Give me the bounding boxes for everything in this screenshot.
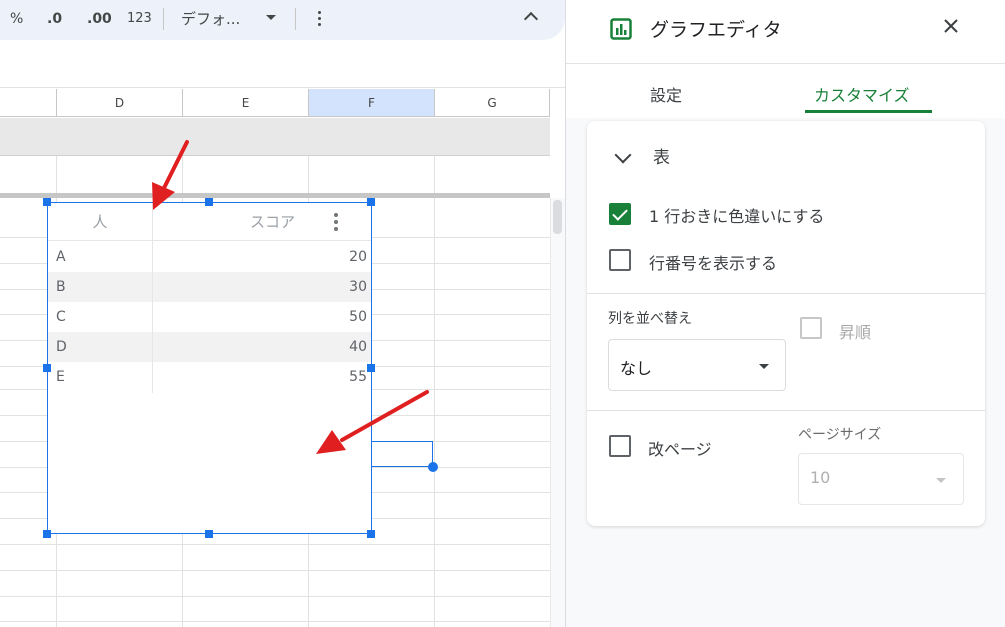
tab-customize[interactable]: カスタマイズ: [814, 82, 910, 106]
table-chart-header: 人 スコア: [48, 203, 371, 241]
dropdown-arrow-icon: [936, 478, 946, 483]
resize-handle[interactable]: [367, 530, 375, 538]
page-size-label: ページサイズ: [798, 427, 882, 443]
collapse-toolbar-icon[interactable]: [523, 11, 539, 27]
table-chart[interactable]: 人 スコア A 20 B 30 C 50 D 40 E 55: [47, 202, 372, 534]
grid-line: [0, 596, 550, 597]
row-name: D: [56, 339, 67, 355]
sort-column-label: 列を並べ替え: [608, 311, 692, 327]
chevron-down-icon[interactable]: [614, 146, 632, 164]
section-title[interactable]: 表: [653, 143, 670, 168]
pagination-checkbox[interactable]: [609, 435, 631, 457]
frozen-row: [0, 118, 550, 156]
sort-column-value: なし: [620, 359, 653, 378]
divider: [587, 410, 985, 411]
ascending-checkbox[interactable]: [800, 317, 822, 339]
font-family-select[interactable]: デフォ...: [181, 8, 240, 30]
dropdown-arrow-icon: [759, 364, 769, 369]
more-options-icon[interactable]: [317, 11, 321, 27]
column-divider: [152, 203, 153, 393]
grid-line: [0, 544, 550, 545]
grid-line: [0, 570, 550, 571]
row-score: 30: [349, 279, 367, 295]
alternating-colors-label[interactable]: 1 行おきに色違いにする: [649, 203, 824, 227]
resize-handle[interactable]: [205, 530, 213, 538]
formula-bar[interactable]: [0, 52, 565, 88]
editor-header: グラフエディタ: [566, 0, 1005, 64]
row-name: A: [56, 249, 66, 265]
number-format-button[interactable]: 123: [127, 8, 152, 30]
annotation-arrow-icon: [152, 140, 189, 210]
resize-handle[interactable]: [367, 364, 375, 372]
table-row: D 40: [48, 332, 371, 362]
chart-icon: [610, 18, 632, 40]
resize-handle[interactable]: [205, 198, 213, 206]
scrollbar-thumb[interactable]: [553, 200, 562, 234]
row-numbers-label[interactable]: 行番号を表示する: [649, 250, 777, 274]
decrease-decimal-button[interactable]: .0: [47, 8, 62, 30]
resize-handle[interactable]: [43, 364, 51, 372]
row-name: B: [56, 279, 66, 295]
ascending-label: 昇順: [839, 323, 872, 342]
font-dropdown-icon: [266, 15, 276, 20]
table-row: A 20: [48, 242, 371, 272]
sort-column-select[interactable]: なし: [608, 339, 786, 391]
resize-handle[interactable]: [43, 530, 51, 538]
close-icon[interactable]: [943, 18, 959, 34]
page-size-select[interactable]: 10: [798, 453, 964, 505]
pagination-label[interactable]: 改ページ: [648, 436, 712, 460]
column-header-e[interactable]: E: [183, 89, 309, 117]
resize-handle[interactable]: [43, 198, 51, 206]
toolbar-separator: [163, 8, 164, 30]
active-tab-indicator: [805, 110, 932, 113]
column-header-f[interactable]: F: [309, 89, 435, 117]
annotation-arrow-icon: [316, 390, 429, 454]
chart-editor-panel: グラフエディタ 設定 カスタマイズ 表 1 行おきに色違いにする 行番号を表示す…: [565, 0, 1005, 627]
divider: [587, 293, 985, 294]
table-section-card: 表 1 行おきに色違いにする 行番号を表示する 列を並べ替え なし 昇順 改ペー…: [587, 121, 985, 526]
row-score: 50: [349, 309, 367, 325]
toolbar: % .0 .00 123 デフォ...: [0, 0, 565, 40]
spreadsheet-area: % .0 .00 123 デフォ... D E F G 人 スコア A 20 B…: [0, 0, 565, 627]
row-name: E: [56, 369, 65, 385]
row-name: C: [56, 309, 66, 325]
page-size-value: 10: [810, 468, 831, 487]
column-header-g[interactable]: G: [435, 89, 550, 117]
increase-decimal-button[interactable]: .00: [87, 8, 112, 30]
chart-menu-icon[interactable]: [334, 213, 338, 231]
column-header-c[interactable]: [0, 89, 57, 117]
table-row: B 30: [48, 272, 371, 302]
tab-setup[interactable]: 設定: [650, 82, 682, 106]
grid-line: [0, 621, 550, 622]
alternating-colors-checkbox[interactable]: [609, 203, 631, 225]
toolbar-separator: [295, 8, 296, 30]
freeze-divider[interactable]: [0, 193, 550, 198]
row-score: 20: [349, 249, 367, 265]
grid-line: [434, 156, 435, 627]
editor-title: グラフエディタ: [650, 19, 782, 41]
editor-tabs: 設定 カスタマイズ: [566, 64, 1005, 118]
row-score: 40: [349, 339, 367, 355]
vertical-scrollbar[interactable]: [550, 198, 565, 627]
table-row: C 50: [48, 302, 371, 332]
row-numbers-checkbox[interactable]: [609, 249, 631, 271]
resize-handle[interactable]: [367, 198, 375, 206]
column-header-d[interactable]: D: [57, 89, 183, 117]
format-percent-button[interactable]: %: [10, 8, 23, 30]
column-header-person[interactable]: 人: [48, 203, 152, 241]
fill-handle[interactable]: [428, 462, 438, 472]
